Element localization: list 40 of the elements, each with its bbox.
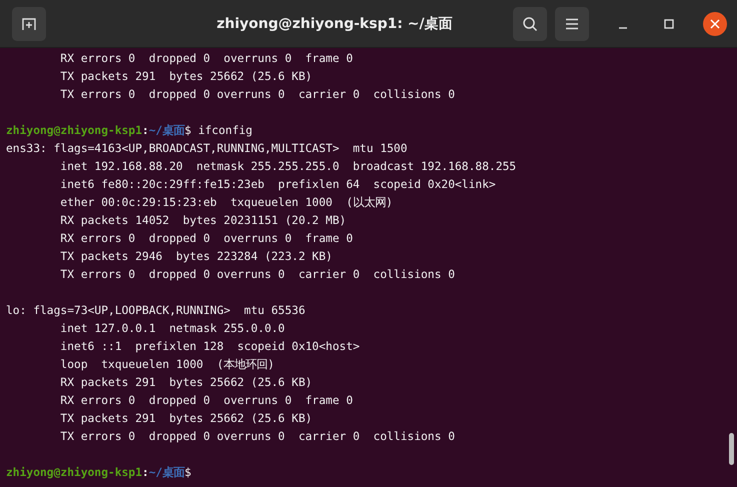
terminal-output-line: inet6 ::1 prefixlen 128 scopeid 0x10<host> (59, 339, 360, 355)
prompt-path: ~/桌面 (148, 124, 184, 137)
prompt-path: ~/桌面 (148, 466, 184, 479)
terminal-output-line: RX packets 291 bytes 25662 (25.6 KB) (59, 375, 312, 391)
close-icon (710, 18, 720, 28)
prompt-colon: : (142, 466, 149, 479)
search-button[interactable] (513, 6, 547, 40)
terminal-output-line: TX packets 291 bytes 25662 (25.6 KB) (59, 69, 312, 85)
prompt-user-host: zhiyong@zhiyong-ksp1 (6, 124, 142, 137)
search-icon (522, 16, 538, 32)
prompt-colon: : (142, 124, 149, 137)
terminal-output-line: RX errors 0 dropped 0 overruns 0 frame 0 (59, 51, 353, 67)
terminal-output-line: TX packets 291 bytes 25662 (25.6 KB) (59, 411, 312, 427)
window-title: zhiyong@zhiyong-ksp1: ~/桌面 (216, 14, 454, 32)
menu-button[interactable] (555, 6, 589, 40)
terminal-output-line: lo: flags=73<UP,LOOPBACK,RUNNING> mtu 65536 (6, 303, 306, 319)
terminal-output-line: inet 127.0.0.1 netmask 255.0.0.0 (59, 321, 285, 337)
terminal-output-line: loop txqueuelen 1000 (本地环回) (59, 357, 274, 373)
prompt-user-host: zhiyong@zhiyong-ksp1 (6, 466, 142, 479)
close-button[interactable] (703, 12, 727, 36)
terminal-output-line: ens33: flags=4163<UP,BROADCAST,RUNNING,MULTICAST> mtu 1500 (6, 141, 408, 157)
new-tab-button[interactable] (12, 6, 46, 40)
new-tab-icon (21, 16, 37, 32)
command-text: ifconfig (198, 124, 252, 137)
prompt-symbol: $ (184, 466, 192, 479)
terminal-output-line: inet6 fe80::20c:29ff:fe15:23eb prefixlen 64 scopeid 0x20<link> (59, 177, 496, 193)
terminal-output-line: RX errors 0 dropped 0 overruns 0 frame 0 (59, 231, 353, 247)
terminal-output-line: TX packets 2946 bytes 223284 (223.2 KB) (59, 249, 332, 265)
maximize-icon (664, 18, 674, 28)
terminal-output-line: TX errors 0 dropped 0 overruns 0 carrier 0 collisions 0 (59, 87, 455, 103)
terminal-output-line: RX errors 0 dropped 0 overruns 0 frame 0 (59, 393, 353, 409)
minimize-icon (618, 26, 628, 28)
terminal-output-line: TX errors 0 dropped 0 overruns 0 carrier 0 collisions 0 (59, 429, 455, 445)
menu-icon (565, 18, 579, 30)
scrollbar-thumb[interactable] (729, 433, 734, 465)
terminal-output-line: RX packets 14052 bytes 20231151 (20.2 MB) (59, 213, 346, 229)
terminal-output-line: TX errors 0 dropped 0 overruns 0 carrier 0 collisions 0 (59, 267, 455, 283)
terminal-output-line: inet 192.168.88.20 netmask 255.255.255.0 broadcast 192.168.88.255 (59, 159, 516, 175)
prompt-symbol: $ (184, 124, 192, 137)
terminal-output-line: ether 00:0c:29:15:23:eb txqueuelen 1000 (以太网) (59, 195, 393, 211)
